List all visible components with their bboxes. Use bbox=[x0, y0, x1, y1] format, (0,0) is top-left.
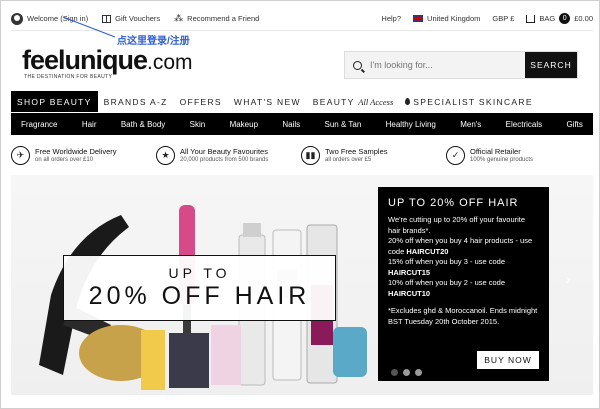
offer-panel: UP TO 20% OFF HAIR We're cutting up to 2… bbox=[378, 187, 549, 381]
category-electricals[interactable]: Electricals bbox=[506, 120, 542, 129]
nav-beauty-label: BEAUTY bbox=[312, 96, 355, 107]
offer-line-2-text: 15% off when you buy 3 - use code bbox=[388, 257, 506, 266]
benefit-delivery[interactable]: ✈ Free Worldwide Delivery on all orders … bbox=[11, 143, 156, 167]
promo-headline-box: UP TO 20% OFF HAIR bbox=[63, 255, 336, 321]
search-input[interactable] bbox=[370, 60, 510, 70]
offer-note: *Excludes ghd & Moroccanoil. Ends midnig… bbox=[388, 306, 538, 326]
carousel-dot[interactable] bbox=[415, 369, 422, 376]
benefit-title: Two Free Samples bbox=[325, 147, 388, 156]
category-fragrance[interactable]: Fragrance bbox=[21, 120, 57, 129]
seal-icon: ✓ bbox=[446, 145, 465, 165]
offer-code-1: HAIRCUT20 bbox=[406, 246, 449, 256]
benefit-samples[interactable]: ▮▮ Two Free Samples all orders over £5 bbox=[301, 143, 446, 167]
category-skin[interactable]: Skin bbox=[190, 120, 206, 129]
nav-shop-beauty[interactable]: SHOP BEAUTY bbox=[11, 91, 98, 112]
benefit-title: All Your Beauty Favourites bbox=[180, 147, 268, 156]
star-icon: ★ bbox=[156, 145, 175, 165]
promo-line-2: 20% OFF HAIR bbox=[88, 282, 311, 310]
offer-line-3: 10% off when you buy 2 - use code HAIRCU… bbox=[388, 278, 539, 299]
benefit-sub: on all orders over £10 bbox=[35, 157, 94, 163]
category-bath-body[interactable]: Bath & Body bbox=[121, 120, 165, 129]
offer-title: UP TO 20% OFF HAIR bbox=[388, 197, 519, 209]
plane-icon: ✈ bbox=[11, 145, 30, 165]
offer-code-3: HAIRCUT10 bbox=[388, 288, 431, 298]
benefit-title: Free Worldwide Delivery bbox=[35, 147, 117, 156]
category-nails[interactable]: Nails bbox=[282, 120, 300, 129]
nav-offers[interactable]: OFFERS bbox=[174, 91, 228, 112]
carousel-dots bbox=[391, 369, 422, 376]
offer-line-1: 20% off when you buy 4 hair products - u… bbox=[388, 236, 539, 257]
benefit-sub: all orders over £5 bbox=[325, 157, 372, 163]
benefit-sub: 20,000 products from 500 brands bbox=[180, 157, 269, 163]
logo-tagline: THE DESTINATION FOR BEAUTY bbox=[24, 74, 113, 80]
category-bar: Fragrance Hair Bath & Body Skin Makeup N… bbox=[11, 113, 593, 135]
benefit-sub: 100% genuine products bbox=[470, 157, 534, 163]
benefit-title: Official Retailer bbox=[470, 147, 521, 156]
samples-icon: ▮▮ bbox=[301, 145, 320, 165]
promo-line-1: UP TO bbox=[168, 265, 231, 281]
category-healthy-living[interactable]: Healthy Living bbox=[386, 120, 436, 129]
nav-all-access-label: All Access bbox=[358, 96, 394, 107]
hero-banner[interactable]: UP TO 20% OFF HAIR UP TO 20% OFF HAIR We… bbox=[11, 175, 593, 395]
nav-specialist-label: SPECIALIST SKINCARE bbox=[413, 96, 533, 107]
category-sun-tan[interactable]: Sun & Tan bbox=[325, 120, 362, 129]
category-hair[interactable]: Hair bbox=[82, 120, 97, 129]
nav-beauty-all-access[interactable]: BEAUTY All Access bbox=[307, 91, 400, 112]
page-frame: Welcome (Sign in) Gift Vouchers ⁂ Recomm… bbox=[0, 0, 600, 409]
carousel-dot[interactable] bbox=[391, 369, 398, 376]
main-nav: SHOP BEAUTY BRANDS A-Z OFFERS WHAT'S NEW… bbox=[11, 91, 539, 112]
carousel-dot[interactable] bbox=[403, 369, 410, 376]
search-bar: SEARCH bbox=[344, 51, 578, 79]
buy-now-button[interactable]: BUY NOW bbox=[477, 351, 539, 369]
benefit-favourites[interactable]: ★ All Your Beauty Favourites 20,000 prod… bbox=[156, 143, 301, 167]
category-gifts[interactable]: Gifts bbox=[566, 120, 582, 129]
chevron-right-icon[interactable]: › bbox=[566, 271, 571, 287]
nav-whats-new[interactable]: WHAT'S NEW bbox=[228, 91, 307, 112]
category-mens[interactable]: Men's bbox=[460, 120, 481, 129]
nav-specialist-skincare[interactable]: SPECIALIST SKINCARE bbox=[399, 91, 539, 112]
offer-body: We're cutting up to 20% off your favouri… bbox=[388, 215, 539, 299]
nav-brands[interactable]: BRANDS A-Z bbox=[98, 91, 174, 112]
offer-intro: We're cutting up to 20% off your favouri… bbox=[388, 215, 526, 235]
category-makeup[interactable]: Makeup bbox=[230, 120, 258, 129]
droplet-icon bbox=[405, 98, 411, 105]
logo-name: feelunique bbox=[22, 45, 148, 75]
logo-suffix: .com bbox=[147, 51, 193, 74]
benefits-strip: ✈ Free Worldwide Delivery on all orders … bbox=[11, 143, 593, 167]
offer-line-3-text: 10% off when you buy 2 - use code bbox=[388, 278, 506, 287]
offer-code-2: HAIRCUT15 bbox=[388, 267, 431, 277]
site-logo[interactable]: feelunique.com bbox=[22, 45, 193, 76]
benefit-official[interactable]: ✓ Official Retailer 100% genuine product… bbox=[446, 143, 591, 167]
offer-line-2: 15% off when you buy 3 - use code HAIRCU… bbox=[388, 257, 539, 278]
search-icon bbox=[353, 60, 362, 70]
search-button[interactable]: SEARCH bbox=[525, 52, 577, 78]
